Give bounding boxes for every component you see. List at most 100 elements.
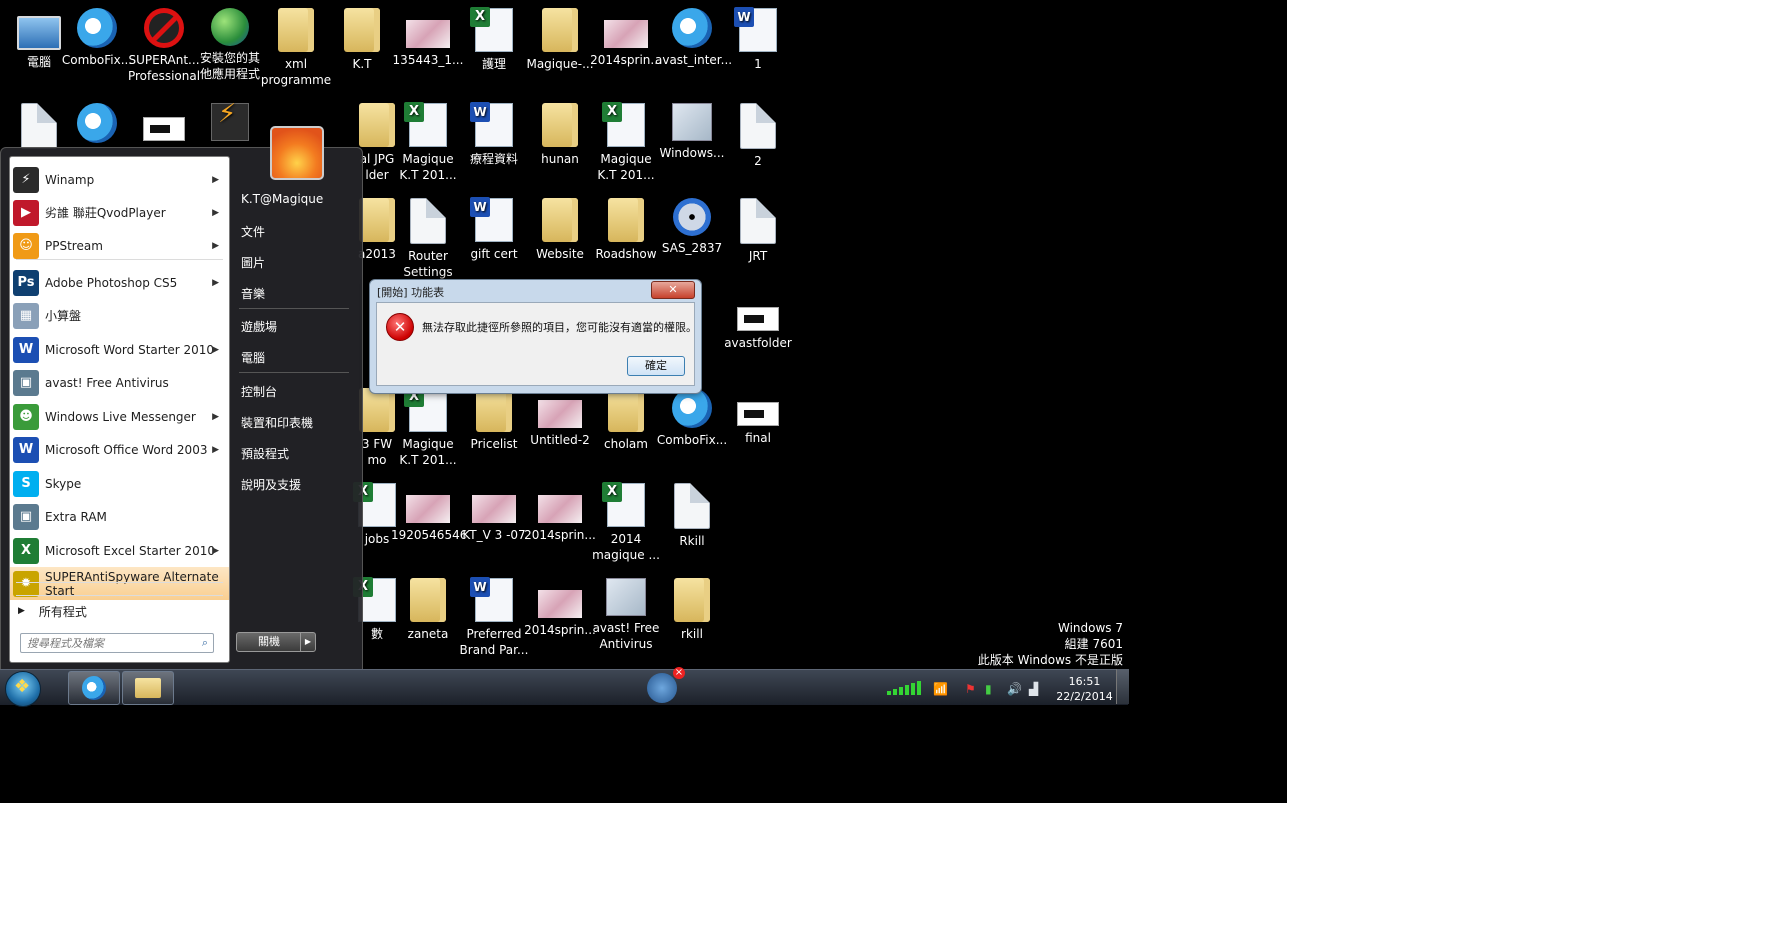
control-panel-link[interactable]: 控制台 xyxy=(241,383,277,400)
desktop-icon-label: Windows... xyxy=(659,146,725,160)
desktop-icon[interactable]: KT_V 3 -07 xyxy=(457,483,531,543)
all-programs-button[interactable]: ▶ 所有程式 xyxy=(10,599,229,623)
taskbar-network-app-icon[interactable] xyxy=(647,667,685,703)
ppstream-icon: ☺ xyxy=(13,232,39,259)
desktop-icon[interactable]: 2014sprin... xyxy=(523,578,597,638)
shutdown-options-button[interactable]: ▶ xyxy=(300,632,316,652)
folder-icon xyxy=(359,103,395,147)
battery-icon[interactable]: ▮ xyxy=(985,682,992,696)
desktop-icon[interactable]: SAS_2837 xyxy=(655,198,729,256)
desktop-icon[interactable]: K.T xyxy=(325,8,399,72)
show-desktop-button[interactable] xyxy=(1116,669,1129,704)
help-support-link[interactable]: 說明及支援 xyxy=(241,476,301,493)
desktop-icon[interactable]: JRT xyxy=(721,198,795,264)
desktop-icon[interactable]: avastfolder xyxy=(721,293,795,351)
desktop-icon[interactable]: avast! Free Antivirus xyxy=(589,578,663,652)
user-name-link[interactable]: K.T@Magique xyxy=(241,192,323,206)
desktop-icon[interactable]: ComboFix... xyxy=(655,388,729,448)
start-menu-item[interactable]: ⚡ Winamp ▶ xyxy=(10,163,229,196)
desktop-icon[interactable]: 1 xyxy=(721,7,795,72)
desktop-icon[interactable]: hunan xyxy=(523,103,597,167)
start-menu-item[interactable]: W Microsoft Office Word 2003 ▶ xyxy=(10,433,229,466)
clock[interactable]: 16:51 22/2/2014 xyxy=(1052,674,1117,704)
start-menu-item[interactable]: ☺ PPStream ▶ xyxy=(10,229,229,262)
desktop-icon-label: Website xyxy=(536,247,584,261)
desktop-icon[interactable]: 安裝您的其 他應用程式 xyxy=(193,8,267,82)
security-alert-icon[interactable]: ⚑ xyxy=(965,682,976,696)
start-menu-item-label: Skype xyxy=(45,476,82,491)
separator xyxy=(239,372,349,373)
desktop-icon[interactable]: Untitled-2 xyxy=(523,388,597,448)
desktop-icon[interactable]: Magique K.T 201... xyxy=(391,102,465,183)
desktop-icon[interactable] xyxy=(193,103,267,145)
start-menu-item[interactable]: X Microsoft Excel Starter 2010 ▶ xyxy=(10,534,229,567)
network-icon[interactable]: ▟ xyxy=(1029,682,1038,696)
start-menu-item[interactable]: W Microsoft Word Starter 2010 ▶ xyxy=(10,333,229,366)
user-picture[interactable] xyxy=(270,126,324,180)
taskbar-explorer-button[interactable] xyxy=(122,671,174,705)
programs-pane: ⚡ Winamp ▶ ▶ 劣誰 聯莊QvodPlayer ▶ ☺ PPStream ▶ Ps Ado… xyxy=(9,156,230,663)
dialog-message: 無法存取此捷徑所參照的項目，您可能沒有適當的權限。 xyxy=(422,321,697,334)
folder-icon xyxy=(278,8,314,52)
start-menu-item[interactable]: ▣ Extra RAM xyxy=(10,500,229,533)
desktop-icon[interactable]: Magique K.T 201... xyxy=(391,387,465,468)
desktop-icon[interactable]: 2014sprin... xyxy=(589,8,663,68)
desktop-icon[interactable]: Pricelist xyxy=(457,388,531,452)
desktop-icon[interactable]: 2014sprin... xyxy=(523,483,597,543)
desktop-icon[interactable]: ComboFix... xyxy=(60,8,134,68)
start-menu-item[interactable]: ▶ 劣誰 聯莊QvodPlayer ▶ xyxy=(10,196,229,229)
default-programs-link[interactable]: 預設程式 xyxy=(241,445,289,462)
desktop-icon[interactable]: cholam xyxy=(589,388,663,452)
start-menu-item[interactable]: ▦ 小算盤 xyxy=(10,299,229,332)
documents-link[interactable]: 文件 xyxy=(241,223,265,240)
desktop-icon[interactable]: avast_inter... xyxy=(655,8,732,68)
ok-button[interactable]: 確定 xyxy=(627,356,685,376)
dialog-close-button[interactable]: ✕ xyxy=(651,281,695,299)
signal-strength-icon[interactable] xyxy=(887,681,921,695)
desktop-icon[interactable]: Windows... xyxy=(655,103,729,161)
pictures-link[interactable]: 圖片 xyxy=(241,254,265,271)
shutdown-button[interactable]: 關機 xyxy=(236,632,302,652)
submenu-arrow-icon: ▶ xyxy=(212,277,219,288)
search-input[interactable]: 搜尋程式及檔案 ⌕ xyxy=(20,633,214,653)
submenu-arrow-icon: ▶ xyxy=(212,411,219,422)
computer-link[interactable]: 電腦 xyxy=(241,349,265,366)
music-link[interactable]: 音樂 xyxy=(241,285,265,302)
desktop-icon[interactable]: Router Settings xyxy=(391,198,465,280)
desktop-icon[interactable]: 2 xyxy=(721,103,795,169)
desktop-icon[interactable]: 護理 xyxy=(457,7,531,72)
desktop-icon[interactable]: SUPERAnt... Professional xyxy=(127,8,201,84)
desktop-icon[interactable]: Website xyxy=(523,198,597,262)
submenu-arrow-icon: ▶ xyxy=(212,174,219,185)
desktop-icon[interactable]: 療程資料 xyxy=(457,102,531,167)
error-icon: ✕ xyxy=(386,313,414,341)
desktop-icon[interactable]: gift cert xyxy=(457,197,531,262)
desktop-icon[interactable]: 135443_1... xyxy=(391,8,465,68)
desktop-icon[interactable]: 2014 magique ... xyxy=(589,482,663,563)
desktop-icon[interactable]: Roadshow xyxy=(589,198,663,262)
desktop-icon-label: avastfolder xyxy=(724,336,792,350)
taskbar-ie-button[interactable] xyxy=(68,671,120,705)
desktop-icon[interactable]: final xyxy=(721,388,795,446)
desktop-icon[interactable]: Preferred Brand Par... xyxy=(457,577,531,658)
desktop-icon[interactable] xyxy=(60,103,134,147)
desktop-icon[interactable]: Magique K.T 201... xyxy=(589,102,663,183)
devices-printers-link[interactable]: 裝置和印表機 xyxy=(241,414,313,431)
volume-icon[interactable]: 🔊 xyxy=(1007,682,1022,696)
desktop-icon[interactable]: rkill xyxy=(655,578,729,642)
desktop-icon[interactable]: zaneta xyxy=(391,578,465,642)
start-menu-item[interactable]: ▣ avast! Free Antivirus xyxy=(10,366,229,399)
desktop-icon[interactable]: Rkill xyxy=(655,483,729,549)
start-button[interactable] xyxy=(5,671,41,707)
games-link[interactable]: 遊戲場 xyxy=(241,318,277,335)
desktop-icon-label: K.T xyxy=(352,57,372,71)
desktop-icon[interactable] xyxy=(127,103,201,145)
desktop: 電腦 ComboFix... SUPERAnt... Professional 安裝您… xyxy=(0,0,1287,803)
start-menu-item[interactable]: S Skype xyxy=(10,467,229,500)
start-menu-item[interactable]: ☻ Windows Live Messenger ▶ xyxy=(10,400,229,433)
desktop-icon[interactable]: xml programme xyxy=(259,8,333,88)
desktop-icon[interactable]: Magique-... xyxy=(523,8,597,72)
wireless-icon[interactable]: 📶 xyxy=(933,682,948,696)
start-menu-item[interactable]: Ps Adobe Photoshop CS5 ▶ xyxy=(10,266,229,299)
desktop-icon[interactable]: 1920546546 xyxy=(391,483,467,543)
